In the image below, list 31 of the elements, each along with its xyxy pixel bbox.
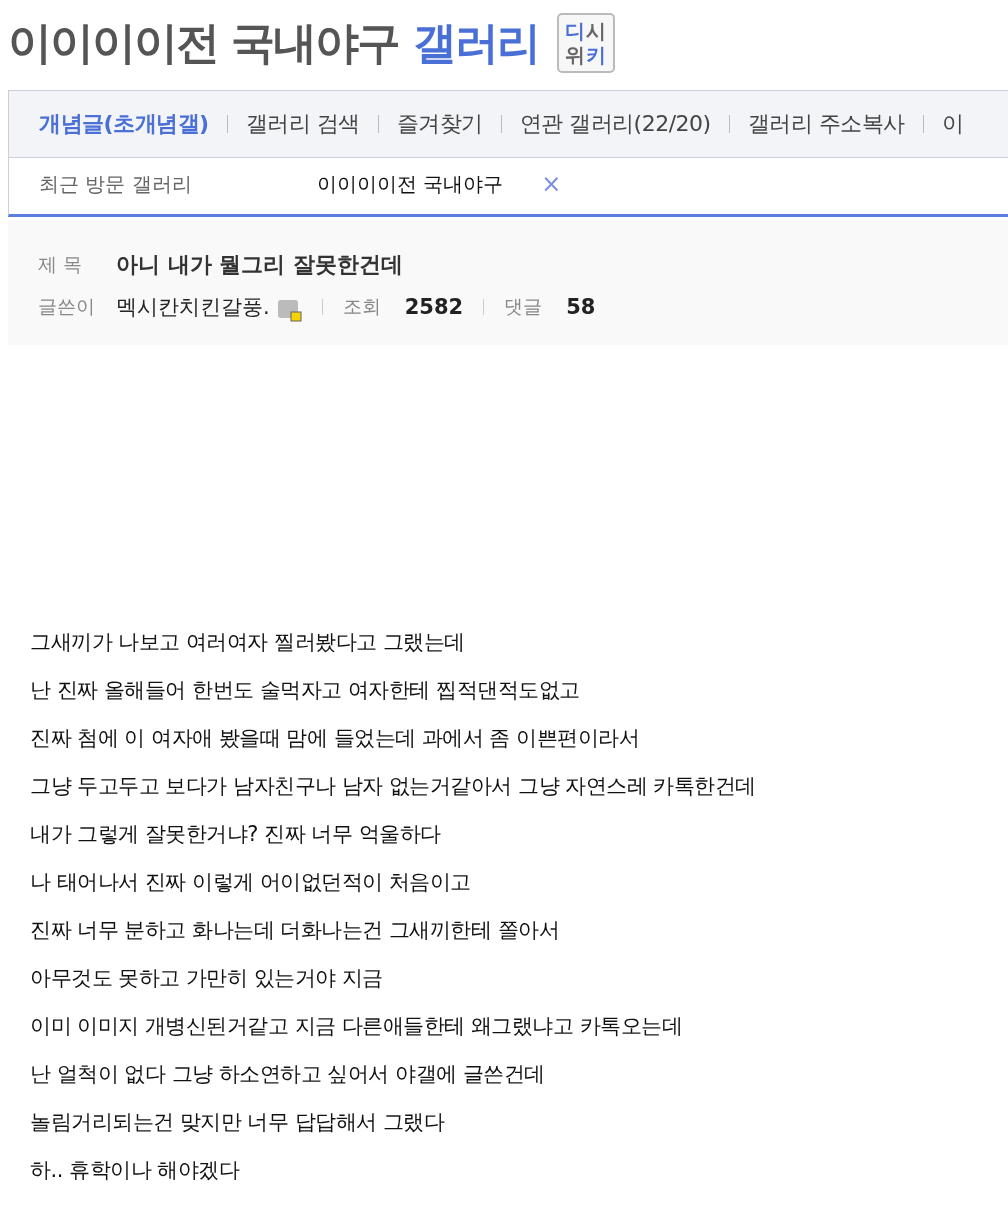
body-text-line: 난 얼척이 없다 그냥 하소연하고 싶어서 야갤에 글쓴건데 [30, 1061, 546, 1088]
body-text-line: 하.. 휴학이나 해야겠다 [30, 1157, 241, 1184]
author-label: 글쓴이 [38, 294, 96, 319]
nav-link[interactable]: 즐겨찾기 [396, 109, 483, 139]
body-text-line: 내가 그렇게 잘못한거냐? 진짜 너무 억울하다 [30, 821, 442, 848]
body-text-line: 아무것도 못하고 가만히 있는거야 지금 [30, 965, 384, 992]
body-text-line: 놀림거리되는건 맞지만 너무 답답해서 그랬다 [30, 1109, 446, 1136]
recent-label: 최근 방문 갤러리 [39, 170, 193, 198]
body-text-line: 난 진짜 올해들어 한번도 술먹자고 여자한테 찝적댄적도없고 [30, 677, 581, 704]
body-text-line: 진짜 너무 분하고 화나는데 더화나는건 그새끼한테 쫄아서 [30, 917, 561, 944]
body-text-line: 이미 이미지 개병신된거같고 지금 다른애들한테 왜그랬냐고 카톡오는데 [30, 1013, 684, 1040]
body-text-line: 진짜 첨에 이 여자애 봤을때 맘에 들었는데 과에서 좀 이쁜편이라서 [30, 725, 641, 752]
gallery-title: 이이이이전 국내야구 갤러리 [8, 15, 539, 70]
gallog-icon[interactable] [277, 300, 302, 322]
comments-label: 댓글 [504, 294, 543, 319]
body-text-line: 그냥 두고두고 보다가 남자친구나 남자 없는거같아서 그냥 자연스레 카톡한건데 [30, 773, 757, 800]
post-title: 아니 내가 뭘그리 잘못한건데 [116, 251, 403, 279]
nav-link[interactable]: 연관 갤러리(22/20) [519, 109, 711, 139]
nav-link[interactable]: 이 [941, 109, 964, 139]
body-text-line: 그새끼가 나보고 여러여자 찔러봤다고 그랬는데 [30, 629, 466, 656]
comment-count: 58 [566, 295, 596, 319]
wiki-logo[interactable]: 디시 위키 [556, 13, 615, 73]
recent-gallery-link[interactable]: 이이이이전 국내야구 [317, 170, 504, 198]
nav-link[interactable]: 갤러리 검색 [245, 109, 360, 139]
nav-link[interactable]: 갤러리 주소복사 [747, 109, 905, 139]
views-label: 조회 [342, 294, 381, 319]
nav-link[interactable]: 개념글(초개념갤) [39, 109, 209, 139]
view-count: 2582 [404, 295, 464, 319]
title-label: 제 목 [38, 252, 84, 277]
body-text-line: 나 태어나서 진짜 이렇게 어이없던적이 처음이고 [30, 869, 472, 896]
author-name[interactable]: 멕시칸치킨갈풍. [116, 293, 270, 321]
